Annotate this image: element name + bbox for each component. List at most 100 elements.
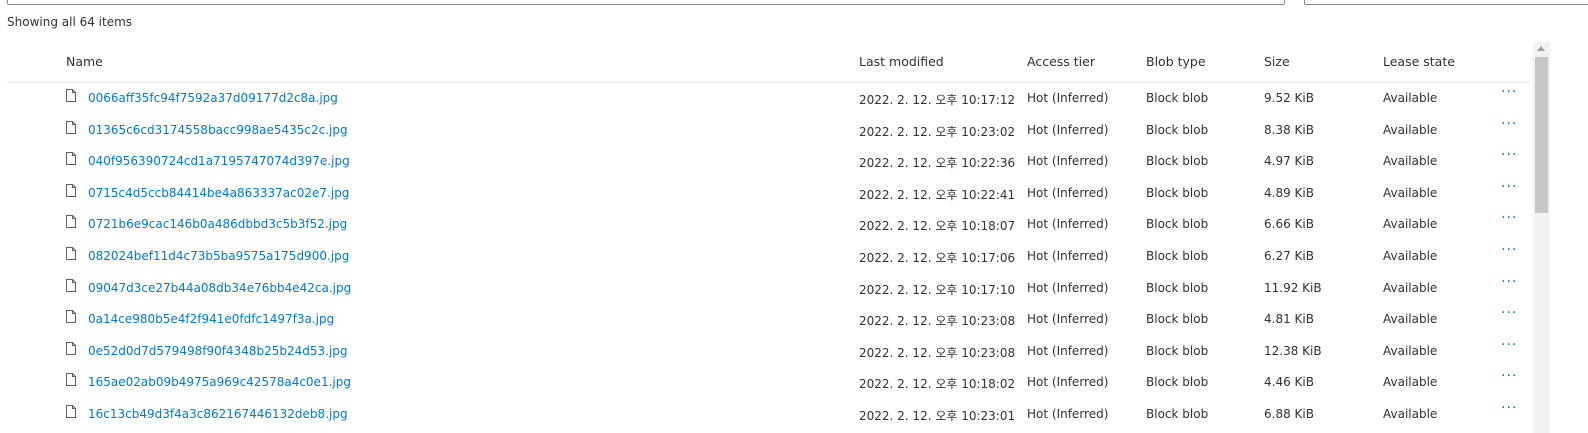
blob-size: 12.38 KiB xyxy=(1264,343,1322,358)
column-header-access-tier[interactable]: Access tier xyxy=(1027,54,1095,69)
access-tier: Hot (Inferred) xyxy=(1027,122,1109,137)
blob-type: Block blob xyxy=(1146,343,1209,358)
blob-size: 4.89 KiB xyxy=(1264,185,1314,200)
column-header-size[interactable]: Size xyxy=(1264,54,1290,69)
file-icon xyxy=(66,247,76,260)
vertical-scrollbar[interactable] xyxy=(1533,42,1550,433)
blob-list: Name Last modified Access tier Blob type… xyxy=(7,42,1531,433)
file-icon xyxy=(66,373,76,387)
access-tier: Hot (Inferred) xyxy=(1027,312,1109,327)
blob-name-link[interactable]: 09047d3ce27b44a08db34e76bb4e42ca.jpg xyxy=(88,281,351,295)
access-tier: Hot (Inferred) xyxy=(1027,185,1109,200)
last-modified: 2022. 2. 12. 오후 10:22:41 xyxy=(859,187,1016,202)
blob-type: Block blob xyxy=(1146,407,1209,421)
lease-state: Available xyxy=(1383,375,1438,390)
table-row[interactable]: 0715c4d5ccb84414be4a863337ac02e7.jpg 2022… xyxy=(7,179,1531,211)
last-modified: 2022. 2. 12. 오후 10:17:06 xyxy=(859,251,1016,265)
blob-name-link[interactable]: 16c13cb49d3f4a3c862167446132deb8.jpg xyxy=(88,407,348,421)
blob-type: Block blob xyxy=(1146,122,1209,137)
more-icon[interactable]: ··· xyxy=(1501,84,1517,100)
access-tier: Hot (Inferred) xyxy=(1027,217,1109,232)
file-icon xyxy=(66,310,76,324)
table-row[interactable]: 165ae02ab09b4975a969c42578a4c0e1.jpg 2022… xyxy=(7,368,1531,400)
last-modified: 2022. 2. 12. 오후 10:22:36 xyxy=(859,156,1016,171)
blob-name-link[interactable]: 040f956390724cd1a7195747074d397e.jpg xyxy=(88,154,350,168)
file-icon xyxy=(66,120,76,134)
blob-type: Block blob xyxy=(1146,91,1209,105)
column-header-lease-state[interactable]: Lease state xyxy=(1383,54,1455,69)
table-row[interactable]: 01365c6cd3174558bacc998ae5435c2c.jpg 2022… xyxy=(7,116,1531,148)
file-icon xyxy=(66,215,76,229)
last-modified: 2022. 2. 12. 오후 10:17:10 xyxy=(859,282,1016,297)
table-row[interactable]: 082024bef11d4c73b5ba9575a175d900.jpg 2022… xyxy=(7,242,1531,274)
more-icon[interactable]: ··· xyxy=(1501,274,1517,290)
more-icon[interactable]: ··· xyxy=(1501,337,1517,353)
access-tier: Hot (Inferred) xyxy=(1027,249,1109,263)
lease-state: Available xyxy=(1383,312,1438,327)
more-icon[interactable]: ··· xyxy=(1501,242,1517,258)
more-icon[interactable]: ··· xyxy=(1501,116,1517,132)
items-summary: Showing all 64 items xyxy=(7,15,133,29)
blob-size: 6.66 KiB xyxy=(1264,217,1314,232)
more-icon[interactable]: ··· xyxy=(1501,147,1517,163)
blob-name-link[interactable]: 165ae02ab09b4975a969c42578a4c0e1.jpg xyxy=(88,375,351,389)
table-row[interactable]: 0066aff35fc94f7592a37d09177d2c8a.jpg 2022… xyxy=(7,84,1531,116)
scroll-up-arrow-icon[interactable] xyxy=(1537,46,1545,51)
more-icon[interactable]: ··· xyxy=(1501,305,1517,321)
blob-type: Block blob xyxy=(1146,375,1209,390)
last-modified: 2022. 2. 12. 오후 10:23:08 xyxy=(859,345,1016,360)
more-icon[interactable]: ··· xyxy=(1501,210,1517,226)
lease-state: Available xyxy=(1383,154,1438,169)
blob-name-link[interactable]: 0721b6e9cac146b0a486dbbd3c5b3f52.jpg xyxy=(88,217,347,231)
blob-size: 11.92 KiB xyxy=(1264,280,1322,295)
list-header: Name Last modified Access tier Blob type… xyxy=(7,42,1531,83)
access-tier: Hot (Inferred) xyxy=(1027,154,1109,169)
table-row[interactable]: 0721b6e9cac146b0a486dbbd3c5b3f52.jpg 2022… xyxy=(7,210,1531,242)
blob-name-link[interactable]: 0066aff35fc94f7592a37d09177d2c8a.jpg xyxy=(88,91,338,105)
file-icon xyxy=(66,278,76,292)
lease-state: Available xyxy=(1383,185,1438,200)
blob-size: 4.97 KiB xyxy=(1264,154,1314,169)
blob-size: 4.81 KiB xyxy=(1264,312,1314,327)
last-modified: 2022. 2. 12. 오후 10:23:02 xyxy=(859,124,1016,139)
table-row[interactable]: 16c13cb49d3f4a3c862167446132deb8.jpg 2022… xyxy=(7,400,1531,432)
table-row[interactable]: 09047d3ce27b44a08db34e76bb4e42ca.jpg 2022… xyxy=(7,274,1531,306)
scrollbar-thumb[interactable] xyxy=(1535,57,1548,213)
blob-type: Block blob xyxy=(1146,280,1209,295)
blob-name-link[interactable]: 0715c4d5ccb84414be4a863337ac02e7.jpg xyxy=(88,186,349,200)
lease-state: Available xyxy=(1383,280,1438,295)
column-header-last-modified[interactable]: Last modified xyxy=(859,54,944,69)
blob-type: Block blob xyxy=(1146,154,1209,169)
column-header-name[interactable]: Name xyxy=(66,54,103,69)
access-tier: Hot (Inferred) xyxy=(1027,375,1109,390)
file-icon xyxy=(66,89,76,102)
search-input[interactable] xyxy=(7,0,1285,5)
access-tier: Hot (Inferred) xyxy=(1027,407,1109,421)
blob-name-link[interactable]: 082024bef11d4c73b5ba9575a175d900.jpg xyxy=(88,249,349,263)
filter-input[interactable] xyxy=(1304,0,1588,5)
blob-name-link[interactable]: 0e52d0d7d579498f90f4348b25b24d53.jpg xyxy=(88,344,348,358)
table-row[interactable]: 040f956390724cd1a7195747074d397e.jpg 2022… xyxy=(7,147,1531,179)
table-row[interactable]: 0a14ce980b5e4f2f941e0fdfc1497f3a.jpg 2022… xyxy=(7,305,1531,337)
more-icon[interactable]: ··· xyxy=(1501,368,1517,384)
blob-size: 9.52 KiB xyxy=(1264,91,1314,105)
file-icon xyxy=(66,405,76,418)
last-modified: 2022. 2. 12. 오후 10:23:08 xyxy=(859,314,1016,329)
file-icon xyxy=(66,152,76,166)
access-tier: Hot (Inferred) xyxy=(1027,280,1109,295)
top-toolbar xyxy=(0,0,1588,8)
file-icon xyxy=(66,341,76,355)
file-icon xyxy=(66,183,76,197)
blob-name-link[interactable]: 01365c6cd3174558bacc998ae5435c2c.jpg xyxy=(88,123,348,137)
lease-state: Available xyxy=(1383,343,1438,358)
lease-state: Available xyxy=(1383,249,1438,263)
column-header-blob-type[interactable]: Blob type xyxy=(1146,54,1206,69)
blob-type: Block blob xyxy=(1146,312,1209,327)
blob-size: 4.46 KiB xyxy=(1264,375,1314,390)
table-row[interactable]: 0e52d0d7d579498f90f4348b25b24d53.jpg 2022… xyxy=(7,337,1531,369)
last-modified: 2022. 2. 12. 오후 10:17:12 xyxy=(859,93,1016,107)
last-modified: 2022. 2. 12. 오후 10:18:02 xyxy=(859,377,1016,392)
more-icon[interactable]: ··· xyxy=(1501,400,1517,416)
more-icon[interactable]: ··· xyxy=(1501,179,1517,195)
blob-name-link[interactable]: 0a14ce980b5e4f2f941e0fdfc1497f3a.jpg xyxy=(88,312,334,326)
